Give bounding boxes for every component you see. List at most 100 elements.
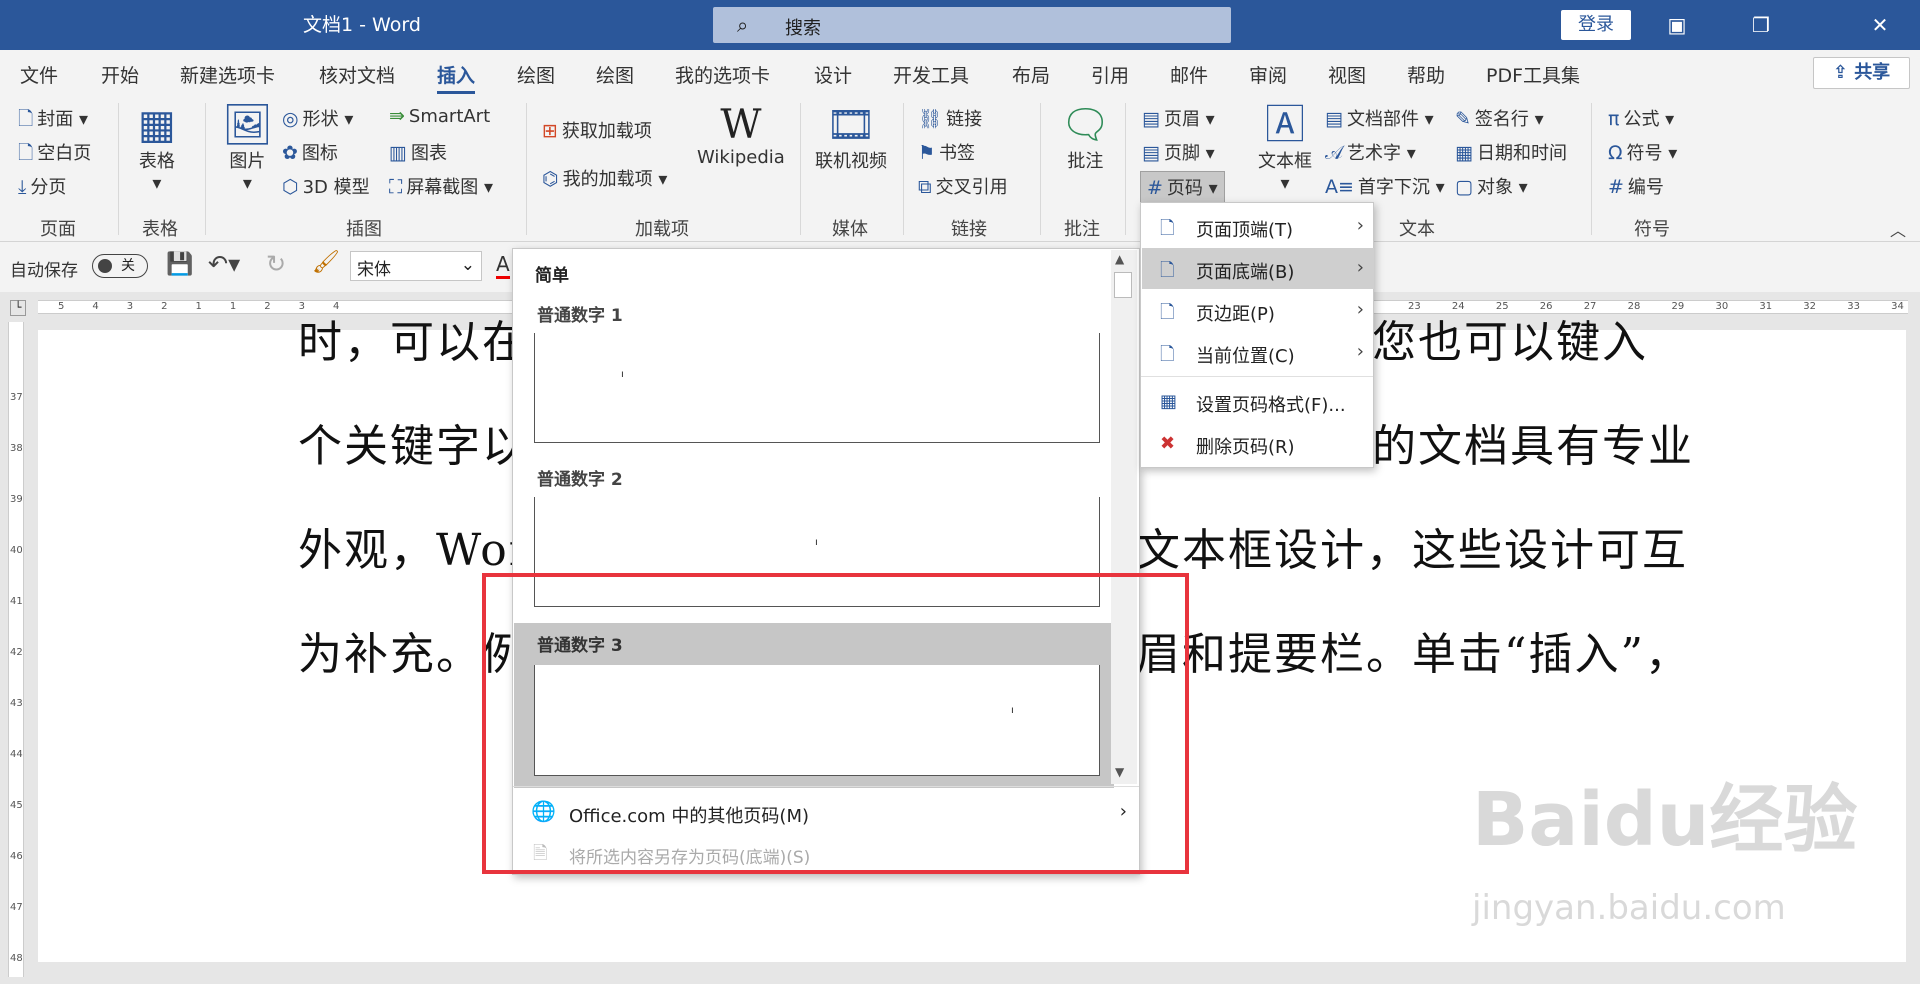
signature-icon: ✎ [1455,108,1471,130]
tab-draw[interactable]: 绘图 [517,61,555,88]
online-video-button[interactable]: 🎞 联机视频 [815,103,887,173]
font-select[interactable]: 宋体 ⌄ [350,251,482,281]
object-button[interactable]: ▢ 对象 ▾ [1455,173,1528,199]
watermark-logo: Baidu经验 [1472,777,1858,863]
menu-item-remove-page-numbers[interactable]: ✖ 删除页码(R) [1142,423,1374,464]
object-icon: ▢ [1455,176,1473,198]
chevron-right-icon: › [1356,257,1364,278]
tab-view[interactable]: 视图 [1328,61,1366,88]
collapse-ribbon-icon[interactable]: ︿ [1890,217,1906,241]
tab-my[interactable]: 我的选项卡 [675,61,770,88]
vertical-ruler[interactable]: 37 38 39 40 41 42 43 44 45 46 47 48 [8,322,24,977]
bookmark-icon: ⚑ [918,142,936,164]
textbox-button[interactable]: 🄰 文本框 ▾ [1258,103,1312,194]
page-icon: 🗋 [1160,260,1175,281]
menu-item-bottom-of-page[interactable]: 🗋 页面底端(B) › [1142,248,1374,289]
blank-page-icon: 🗋 [18,142,34,164]
save-icon[interactable]: 💾 [166,252,193,277]
chevron-down-icon: ⌄ [460,255,475,275]
tab-developer[interactable]: 开发工具 [893,61,969,88]
wordart-button[interactable]: 𝒜 艺术字 ▾ [1325,139,1416,165]
tab-home[interactable]: 开始 [101,61,139,88]
menu-item-top-of-page[interactable]: 🗋 页面顶端(T) › [1142,206,1374,247]
delete-icon: ✖ [1160,433,1176,454]
undo-icon[interactable]: ↶▾ [208,250,240,278]
search-icon: ⌕ [737,13,749,37]
tab-new[interactable]: 新建选项卡 [180,61,275,88]
format-painter-icon[interactable]: 🖌 [312,250,340,275]
page-number-icon: # [1147,177,1163,199]
share-icon: ⇪ [1832,62,1848,83]
share-button[interactable]: ⇪ 共享 [1813,57,1910,89]
pictures-button[interactable]: 🖼 图片 ▾ [222,103,273,194]
table-button[interactable]: ▦ 表格 ▾ [138,103,176,194]
gallery-section-header: 简单 [535,266,569,286]
wikipedia-button[interactable]: W Wikipedia [697,103,785,168]
scroll-up-icon[interactable]: ▲ [1115,252,1124,266]
bookmark-button[interactable]: ⚑ 书签 [918,139,975,165]
footer-button[interactable]: ▤ 页脚 ▾ [1142,139,1215,165]
screenshot-button[interactable]: ⛶ 屏幕截图 ▾ [389,173,493,199]
tab-pdf[interactable]: PDF工具集 [1486,61,1580,88]
menu-item-format-page-numbers[interactable]: ▦ 设置页码格式(F)... [1142,381,1374,422]
login-button[interactable]: 登录 [1561,10,1631,40]
chart-button[interactable]: ▥ 图表 [389,139,447,165]
pi-icon: π [1608,108,1620,130]
font-color-icon[interactable]: A [496,252,510,279]
store-icon: ⊞ [542,120,558,142]
link-button[interactable]: ⛓ 链接 [918,105,982,131]
group-separator [1125,103,1126,235]
cover-button[interactable]: 🗋 封面 ▾ [18,105,88,137]
tab-references[interactable]: 引用 [1091,61,1129,88]
window-title: 文档1 - Word [303,14,421,36]
scroll-thumb[interactable] [1114,272,1132,298]
redo-icon[interactable]: ↻ [266,250,286,278]
tab-design[interactable]: 设计 [814,61,852,88]
menu-item-page-margins[interactable]: 🗋 页边距(P) › [1142,290,1374,331]
footer-icon: ▤ [1142,142,1160,164]
search-placeholder: 搜索 [785,18,821,39]
search-box[interactable]: ⌕ 搜索 [713,7,1231,43]
page-break-button[interactable]: ⤓ 分页 [18,173,66,199]
icons-button[interactable]: ✿ 图标 [282,139,338,165]
page-number-button[interactable]: # 页码 ▾ [1140,171,1225,203]
tab-draw-2[interactable]: 绘图 [596,61,634,88]
drop-cap-button[interactable]: A≡ 首字下沉 ▾ [1325,173,1445,199]
tab-insert[interactable]: 插入 [437,61,476,94]
restore-icon[interactable]: ❐ [1741,8,1781,42]
get-addins-button[interactable]: ⊞ 获取加载项 [542,117,652,143]
cross-reference-button[interactable]: ⧉ 交叉引用 [918,173,1008,199]
close-icon[interactable]: ✕ [1860,8,1900,42]
cross-reference-icon: ⧉ [918,176,932,198]
number-button[interactable]: # 编号 [1608,173,1664,199]
autosave-toggle[interactable]: 关 [92,254,148,278]
date-time-button[interactable]: ▦ 日期和时间 [1455,139,1567,165]
symbol-button[interactable]: Ω 符号 ▾ [1608,139,1677,165]
watermark-url: jingyan.baidu.com [1472,888,1786,928]
signature-line-button[interactable]: ✎ 签名行 ▾ [1455,105,1544,131]
my-addins-button[interactable]: ⌬ 我的加载项 ▾ [542,165,667,191]
autosave-label: 自动保存 [10,261,78,281]
quick-parts-button[interactable]: ▤ 文档部件 ▾ [1325,105,1434,131]
tab-file[interactable]: 文件 [20,61,58,88]
shapes-button[interactable]: ◎ 形状 ▾ [282,105,353,131]
document-line-4-right: 眉和提要栏。单击“插入”， [1136,629,1691,680]
tab-help[interactable]: 帮助 [1407,61,1445,88]
group-label-illustrations: 插图 [346,219,382,240]
tab-review[interactable]: 审阅 [1249,61,1287,88]
wordart-icon: 𝒜 [1325,142,1343,164]
tab-selector[interactable]: └ [10,300,26,316]
tab-mailings[interactable]: 邮件 [1170,61,1208,88]
gallery-item-plain-number-1[interactable]: ı [534,333,1100,443]
tab-proof[interactable]: 核对文档 [319,61,395,88]
tab-layout[interactable]: 布局 [1012,61,1050,88]
comment-button[interactable]: 🗨 批注 [1060,103,1111,173]
ribbon-display-icon[interactable]: ▣ [1657,8,1697,42]
blank-page-button[interactable]: 🗋 空白页 [18,139,91,171]
menu-item-current-position[interactable]: 🗋 当前位置(C) › [1142,332,1374,373]
equation-button[interactable]: π 公式 ▾ [1608,105,1674,131]
header-button[interactable]: ▤ 页眉 ▾ [1142,105,1215,131]
smartart-button[interactable]: ⇛ SmartArt [389,105,490,127]
group-separator [903,103,904,235]
3d-models-button[interactable]: ⬡ 3D 模型 [282,173,370,199]
